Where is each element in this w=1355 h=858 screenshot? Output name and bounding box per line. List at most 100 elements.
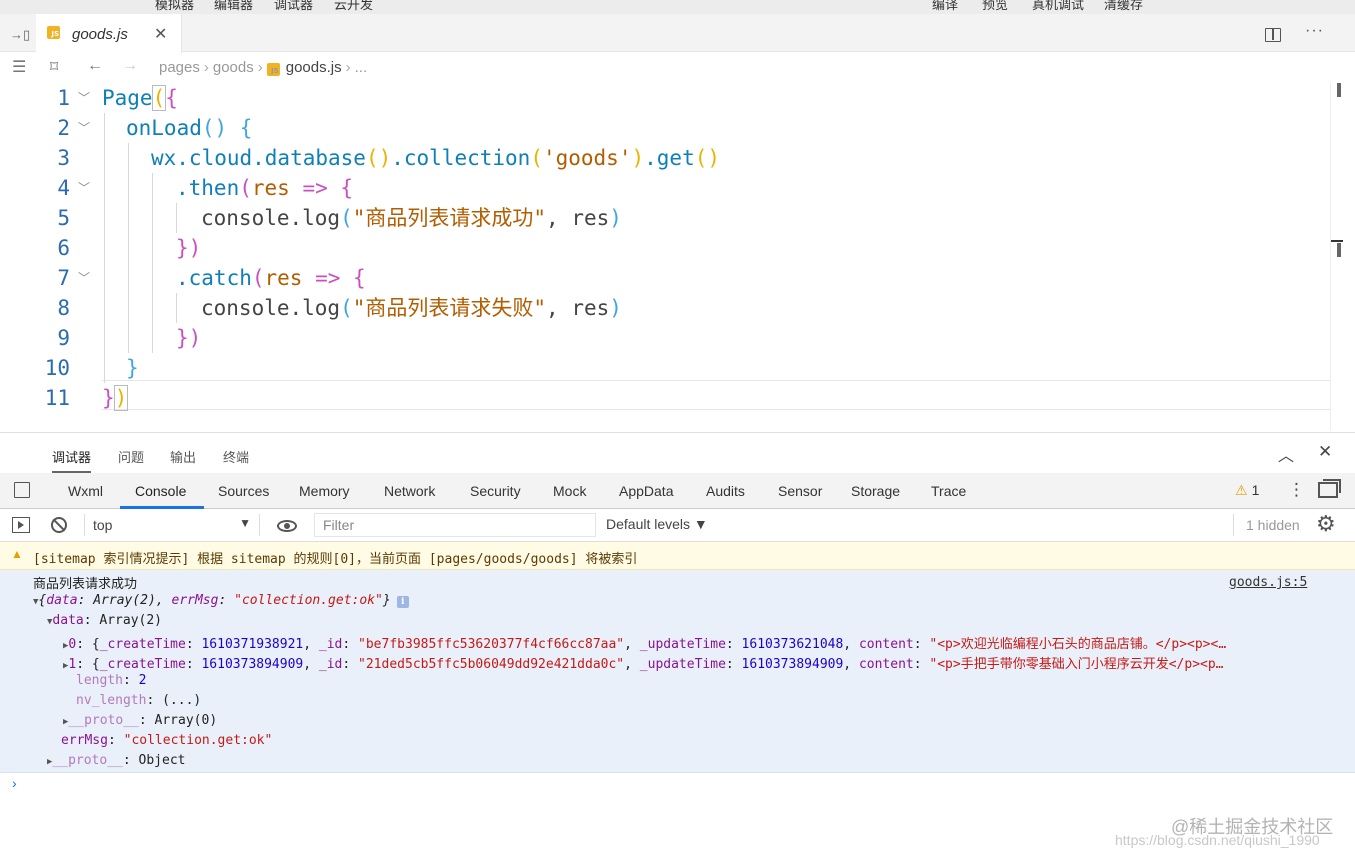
log-message: 商品列表请求成功: [33, 577, 138, 592]
more-actions-icon[interactable]: ···: [1305, 22, 1324, 40]
menu-cloud[interactable]: 云开发: [334, 0, 373, 13]
fold-chevron-icon[interactable]: ﹀: [78, 263, 90, 293]
tab-storage[interactable]: Storage: [851, 483, 900, 499]
editor-scrollbar[interactable]: [1330, 83, 1355, 431]
outline-list-icon[interactable]: ☰: [12, 57, 26, 77]
warning-icon: ⚠: [1235, 482, 1248, 498]
context-selector[interactable]: top ▼: [84, 514, 260, 536]
divider: [1233, 514, 1234, 536]
top-menu: 模拟器 编辑器 调试器 云开发 编译 预览 真机调试 清缓存: [0, 0, 1355, 14]
line-number: 10: [44, 356, 70, 380]
tab-output[interactable]: 输出: [170, 447, 196, 466]
tree-row-item-1[interactable]: ▶1: {_createTime: 1610373894909, _id: "2…: [63, 653, 1224, 672]
tab-terminal[interactable]: 终端: [223, 447, 249, 466]
code-line: .then(res => {: [176, 176, 354, 200]
object-summary[interactable]: ▼{data: Array(2), errMsg: "collection.ge…: [33, 593, 409, 608]
code-line: onLoad() {: [126, 116, 253, 140]
indent-guide: [176, 293, 177, 323]
tab-trace[interactable]: Trace: [931, 483, 966, 499]
warning-message: [sitemap 索引情况提示] 根据 sitemap 的规则[0]，当前页面 …: [33, 552, 638, 567]
menu-compile[interactable]: 编译: [932, 0, 958, 13]
split-editor-icon[interactable]: [1265, 28, 1281, 42]
log-source-link[interactable]: goods.js:5: [1229, 575, 1307, 590]
tab-audits[interactable]: Audits: [706, 483, 745, 499]
tab-wxml[interactable]: Wxml: [68, 483, 103, 499]
indent-guide: [104, 113, 105, 383]
tab-debugger[interactable]: 调试器: [52, 447, 92, 473]
chevron-up-icon[interactable]: ︿: [1278, 442, 1294, 466]
line-number: 5: [57, 206, 70, 230]
menu-editor[interactable]: 编辑器: [214, 0, 253, 13]
info-icon[interactable]: i: [396, 596, 409, 608]
dock-side-icon[interactable]: [1318, 479, 1341, 498]
tree-row-proto-object[interactable]: ▶__proto__: Object: [47, 753, 186, 768]
tab-memory[interactable]: Memory: [299, 483, 350, 499]
tab-security[interactable]: Security: [470, 483, 521, 499]
code-editor[interactable]: 1 2 3 4 5 6 7 8 9 10 11 ﹀ ﹀ ﹀ ﹀ Page({ o…: [0, 83, 1330, 431]
tab-problems[interactable]: 问题: [118, 447, 144, 466]
inspect-element-icon[interactable]: [14, 482, 30, 498]
code-line: console.log("商品列表请求成功", res): [201, 206, 622, 230]
console-prompt[interactable]: ›: [12, 775, 17, 791]
console-toolbar: top ▼ Default levels ▼ 1 hidden ⚙: [0, 509, 1355, 542]
menu-remote-debug[interactable]: 真机调试: [1032, 0, 1084, 13]
tab-sources[interactable]: Sources: [218, 483, 269, 499]
fold-chevron-icon[interactable]: ﹀: [78, 173, 90, 203]
console-log-entry[interactable]: 商品列表请求成功 goods.js:5 ▼{data: Array(2), er…: [0, 570, 1355, 773]
back-arrow-icon[interactable]: ←: [87, 57, 103, 75]
collapse-sidebar-icon[interactable]: →▯: [10, 27, 30, 43]
menu-debugger[interactable]: 调试器: [274, 0, 313, 13]
forward-arrow-icon[interactable]: →: [122, 57, 138, 75]
gear-icon[interactable]: ⚙: [1316, 511, 1336, 537]
code-line: }): [102, 385, 129, 411]
chevron-right-icon: ›: [257, 59, 263, 76]
breadcrumb-symbol[interactable]: ...: [355, 59, 368, 76]
menu-simulator[interactable]: 模拟器: [155, 0, 194, 13]
breadcrumb-pages[interactable]: pages: [159, 59, 200, 76]
console-warning-row[interactable]: ▲ [sitemap 索引情况提示] 根据 sitemap 的规则[0]，当前页…: [0, 542, 1355, 570]
cursor-marker: [1331, 240, 1343, 242]
clear-console-icon[interactable]: [51, 517, 67, 533]
tree-row-length: length: 2: [76, 673, 147, 688]
line-number: 9: [57, 326, 70, 350]
breadcrumb-bar: ☰ ⌑ ← → pages › goods › JS goods.js ›...: [0, 53, 1355, 83]
tab-mock[interactable]: Mock: [553, 483, 586, 499]
tree-row-item-0[interactable]: ▶0: {_createTime: 1610371938921, _id: "b…: [63, 633, 1226, 652]
show-sidebar-icon[interactable]: [12, 517, 30, 533]
watermark-url: https://blog.csdn.net/qiushi_1990: [1115, 832, 1320, 848]
breadcrumb-file[interactable]: goods.js: [286, 59, 342, 76]
tree-row-data[interactable]: ▼data: Array(2): [47, 613, 162, 628]
tree-row-nv-length[interactable]: nv_length: (...): [76, 693, 201, 708]
code-line: wx.cloud.database().collection('goods').…: [151, 146, 721, 170]
tab-console[interactable]: Console: [135, 483, 186, 499]
more-vert-icon[interactable]: ⋮: [1288, 480, 1305, 500]
tab-sensor[interactable]: Sensor: [778, 483, 822, 499]
breadcrumb-goods[interactable]: goods: [213, 59, 254, 76]
scroll-marker: [1337, 243, 1341, 257]
indent-guide: [176, 203, 177, 233]
code-line: .catch(res => {: [176, 266, 366, 290]
warning-counter[interactable]: ⚠ 1: [1235, 482, 1259, 499]
close-panel-icon[interactable]: ✕: [1318, 442, 1332, 462]
dropdown-arrow-icon: ▼: [239, 516, 251, 530]
line-number: 11: [44, 386, 70, 410]
fold-chevron-icon[interactable]: ﹀: [78, 113, 90, 143]
tab-title: goods.js: [72, 26, 128, 43]
tree-row-proto-array[interactable]: ▶__proto__: Array(0): [63, 713, 217, 728]
live-expression-eye-icon[interactable]: [277, 520, 297, 532]
fold-chevron-icon[interactable]: ﹀: [78, 83, 90, 113]
menu-preview[interactable]: 预览: [982, 0, 1008, 13]
close-icon[interactable]: ✕: [154, 24, 167, 44]
filter-input[interactable]: [314, 513, 596, 537]
devtools-tab-bar: Wxml Console Sources Memory Network Secu…: [0, 473, 1355, 509]
chevron-right-icon: ›: [345, 59, 351, 76]
tab-appdata[interactable]: AppData: [619, 483, 673, 499]
line-number: 4: [57, 176, 70, 200]
log-levels-dropdown[interactable]: Default levels ▼: [606, 516, 708, 532]
indent-guide: [152, 173, 153, 353]
tab-goods-js[interactable]: JS goods.js ✕: [36, 14, 182, 53]
bookmark-icon[interactable]: ⌑: [50, 57, 58, 77]
tab-network[interactable]: Network: [384, 483, 435, 499]
menu-clear-cache[interactable]: 清缓存: [1104, 0, 1143, 13]
js-file-icon: JS: [266, 63, 280, 76]
